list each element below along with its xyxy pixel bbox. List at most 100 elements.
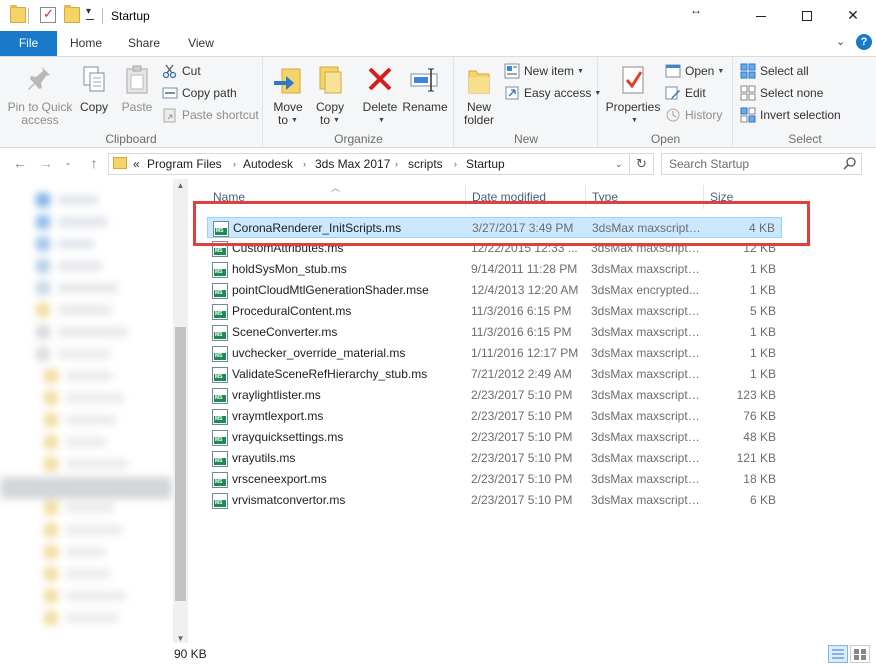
file-type: 3dsMax maxscript ... (591, 472, 701, 486)
select-all-button[interactable]: Select all (740, 61, 809, 81)
file-type: 3dsMax maxscript ... (591, 346, 701, 360)
move-to-label-2: to (278, 113, 289, 127)
maxscript-file-icon (212, 346, 228, 362)
tab-home[interactable]: Home (60, 31, 112, 56)
copy-to-button[interactable]: Copy to ▼ (312, 63, 348, 127)
navigation-pane[interactable]: ▲ ▼ (0, 179, 188, 645)
nav-row (36, 193, 50, 207)
nav-row (36, 215, 50, 229)
file-row[interactable]: vrsceneexport.ms 2/23/2017 5:10 PM 3dsMax … (207, 469, 782, 490)
back-arrow-icon[interactable]: ← (10, 153, 30, 173)
paste-shortcut-button[interactable]: Paste shortcut (162, 105, 259, 125)
file-row[interactable]: vrayquicksettings.ms 2/23/2017 5:10 PM 3ds… (207, 427, 782, 448)
nav-row (58, 283, 118, 293)
file-row[interactable]: vraymtlexport.ms 2/23/2017 5:10 PM 3dsMax … (207, 406, 782, 427)
file-size: 18 KB (743, 472, 776, 486)
move-to-button[interactable]: Move to ▼ (270, 63, 306, 127)
new-folder-icon (463, 63, 495, 97)
edit-button[interactable]: Edit (665, 83, 706, 103)
open-button[interactable]: Open ▼ (665, 61, 724, 81)
breadcrumb-program-files[interactable]: Program Files (147, 157, 222, 171)
file-row[interactable]: vrayutils.ms 2/23/2017 5:10 PM 3dsMax maxs… (207, 448, 782, 469)
delete-x-icon (364, 63, 396, 97)
file-type: 3dsMax maxscript ... (591, 430, 701, 444)
invert-selection-button[interactable]: Invert selection (740, 105, 841, 125)
recent-locations-chevron-icon[interactable]: ⌄ (58, 153, 78, 173)
file-name: ProceduralContent.ms (232, 304, 352, 318)
scroll-down-icon[interactable]: ▼ (173, 634, 188, 643)
customize-quick-access-chevron-icon[interactable]: ▾ (86, 6, 95, 20)
open-group: Properties ▼ Open ▼ Edit History Open (599, 57, 733, 149)
file-row[interactable]: holdSysMon_stub.ms 9/14/2011 11:28 PM 3dsM… (207, 259, 782, 280)
expand-ribbon-chevron-icon[interactable]: ⌄ (836, 35, 845, 48)
status-text: 90 KB (174, 647, 207, 661)
file-row[interactable]: SceneConverter.ms 11/3/2016 6:15 PM 3dsMax… (207, 322, 782, 343)
new-folder-quick-icon[interactable] (64, 5, 80, 23)
delete-button[interactable]: Delete ▼ (360, 63, 400, 127)
file-date-modified: 11/3/2016 6:15 PM (471, 304, 572, 318)
organize-group: Move to ▼ Copy to ▼ Delete ▼ Rename Organi… (264, 57, 454, 149)
forward-arrow-icon[interactable]: → (36, 153, 56, 173)
copy-button[interactable]: Copy (76, 63, 112, 114)
file-row[interactable]: ProceduralContent.ms 11/3/2016 6:15 PM 3ds… (207, 301, 782, 322)
rename-button[interactable]: Rename (402, 63, 448, 114)
nav-row (66, 591, 126, 601)
copy-path-button[interactable]: Copy path (162, 83, 237, 103)
file-row[interactable]: vraylightlister.ms 2/23/2017 5:10 PM 3dsMa… (207, 385, 782, 406)
file-name: ValidateSceneRefHierarchy_stub.ms (232, 367, 428, 381)
breadcrumb-scripts[interactable]: scripts (408, 157, 443, 171)
file-type: 3dsMax encrypted... (591, 283, 700, 297)
pin-to-quick-access-button[interactable]: Pin to Quick access (4, 63, 76, 127)
file-row[interactable]: vrvismatconvertor.ms 2/23/2017 5:10 PM 3ds… (207, 490, 782, 511)
easy-access-button[interactable]: Easy access ▼ (504, 83, 601, 103)
maximize-button[interactable] (784, 0, 830, 30)
breadcrumb-separator-icon[interactable]: › (395, 159, 398, 169)
title-bar: ▾ Startup ↔ ✕ (0, 0, 876, 31)
tab-share[interactable]: Share (118, 31, 170, 56)
file-row[interactable]: ValidateSceneRefHierarchy_stub.ms 7/21/20… (207, 364, 782, 385)
breadcrumb-autodesk[interactable]: Autodesk (243, 157, 293, 171)
nav-row (66, 437, 106, 447)
search-box[interactable] (661, 153, 862, 175)
rename-label: Rename (402, 100, 448, 114)
navigation-scroll-thumb[interactable] (175, 327, 186, 601)
breadcrumb-startup[interactable]: Startup (466, 157, 505, 171)
select-none-button[interactable]: Select none (740, 83, 823, 103)
help-icon[interactable]: ? (856, 34, 872, 50)
large-icons-view-button[interactable] (850, 645, 870, 663)
file-row[interactable]: uvchecker_override_material.ms 1/11/2016 … (207, 343, 782, 364)
breadcrumb-separator-icon[interactable]: › (454, 159, 457, 169)
file-type: 3dsMax maxscript ... (591, 451, 701, 465)
ribbon-tabs: File Home Share View ⌄ (0, 31, 876, 56)
address-bar[interactable]: « Program Files › Autodesk › 3ds Max 201… (108, 153, 630, 175)
paste-button[interactable]: Paste (118, 63, 156, 114)
file-row[interactable]: pointCloudMtlGenerationShader.mse 12/4/20… (207, 280, 782, 301)
breadcrumb-3ds-max[interactable]: 3ds Max 2017 (315, 157, 390, 171)
breadcrumb-separator-icon[interactable]: › (303, 159, 306, 169)
close-button[interactable]: ✕ (830, 0, 876, 30)
up-arrow-icon[interactable]: ↑ (84, 153, 104, 173)
tab-file[interactable]: File (0, 31, 57, 56)
nav-row (44, 545, 58, 559)
address-history-chevron-icon[interactable]: ⌄ (615, 159, 623, 170)
scroll-up-icon[interactable]: ▲ (173, 181, 188, 190)
search-input[interactable] (662, 154, 832, 174)
properties-quick-icon[interactable] (40, 6, 56, 23)
file-name: vrayutils.ms (232, 451, 296, 465)
history-button[interactable]: History (665, 105, 722, 125)
breadcrumb-overflow[interactable]: « (133, 157, 140, 171)
paste-shortcut-label: Paste shortcut (182, 108, 259, 122)
breadcrumb-separator-icon[interactable]: › (233, 159, 236, 169)
new-item-button[interactable]: New item ▼ (504, 61, 584, 81)
details-view-button[interactable] (828, 645, 848, 663)
new-folder-button[interactable]: New folder (459, 63, 499, 127)
minimize-button[interactable] (738, 0, 784, 30)
copy-path-icon (162, 85, 178, 101)
tab-view[interactable]: View (176, 31, 226, 56)
file-size: 76 KB (743, 409, 776, 423)
refresh-button[interactable]: ↻ (630, 153, 654, 175)
cut-button[interactable]: Cut (162, 61, 201, 81)
properties-button[interactable]: Properties ▼ (603, 63, 663, 127)
navigation-scrollbar[interactable]: ▲ ▼ (173, 179, 188, 645)
file-name: holdSysMon_stub.ms (232, 262, 347, 276)
